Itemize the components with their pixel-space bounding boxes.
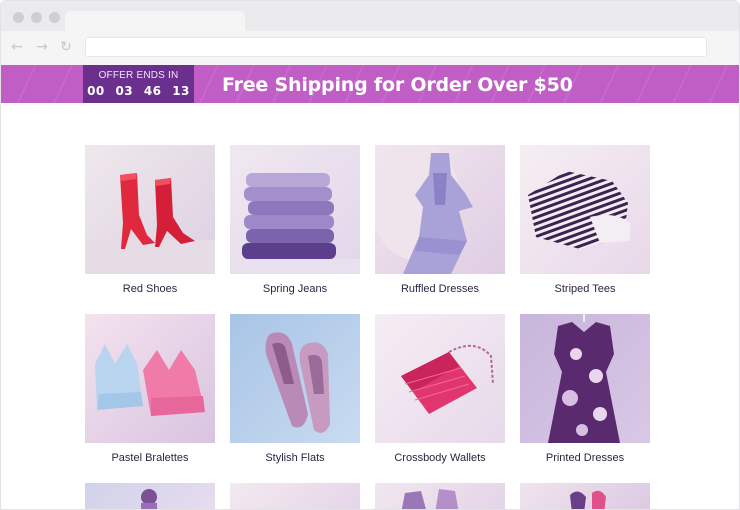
window-minimize-dot[interactable] xyxy=(31,12,42,23)
product-label[interactable]: Spring Jeans xyxy=(220,283,370,295)
stylish-flats-image[interactable] xyxy=(230,314,360,443)
product-label[interactable]: Stylish Flats xyxy=(220,452,370,464)
promo-headline: Free Shipping for Order Over $50 xyxy=(222,74,573,96)
product-label[interactable]: Printed Dresses xyxy=(510,452,660,464)
partial-product-2-image[interactable] xyxy=(230,483,360,509)
product-tile-crossbody-wallets[interactable]: Crossbody Wallets xyxy=(375,314,505,464)
crossbody-wallets-image[interactable] xyxy=(375,314,505,443)
product-tile-partial-4[interactable] xyxy=(520,483,650,509)
pastel-bralettes-image[interactable] xyxy=(85,314,215,443)
address-bar[interactable] xyxy=(85,37,707,57)
product-tile-partial-1[interactable] xyxy=(85,483,215,509)
browser-titlebar: ← → ↻ xyxy=(1,1,739,65)
partial-product-4-image[interactable] xyxy=(520,483,650,509)
product-tile-partial-3[interactable] xyxy=(375,483,505,509)
forward-arrow-icon[interactable]: → xyxy=(34,39,50,55)
countdown-digits: 00 03 46 13 xyxy=(87,84,190,98)
browser-tab[interactable] xyxy=(65,11,245,33)
back-arrow-icon[interactable]: ← xyxy=(9,39,25,55)
product-tile-ruffled-dresses[interactable]: Ruffled Dresses xyxy=(375,145,505,295)
browser-toolbar: ← → ↻ xyxy=(1,31,739,65)
reload-icon[interactable]: ↻ xyxy=(58,39,74,55)
browser-window: ← → ↻ OFFER ENDS IN 00 03 46 13 Free Shi… xyxy=(0,0,740,510)
striped-tees-image[interactable] xyxy=(520,145,650,274)
product-tile-red-shoes[interactable]: Red Shoes xyxy=(85,145,215,295)
promo-banner[interactable]: OFFER ENDS IN 00 03 46 13 Free Shipping … xyxy=(1,65,739,103)
countdown-timer: OFFER ENDS IN 00 03 46 13 xyxy=(83,65,194,103)
partial-product-1-image[interactable] xyxy=(85,483,215,509)
red-shoes-image[interactable] xyxy=(85,145,215,274)
product-tile-partial-2[interactable] xyxy=(230,483,360,509)
window-zoom-dot[interactable] xyxy=(49,12,60,23)
product-label[interactable]: Striped Tees xyxy=(510,283,660,295)
product-label[interactable]: Pastel Bralettes xyxy=(75,452,225,464)
product-tile-printed-dresses[interactable]: Printed Dresses xyxy=(520,314,650,464)
product-label[interactable]: Crossbody Wallets xyxy=(365,452,515,464)
spring-jeans-image[interactable] xyxy=(230,145,360,274)
product-tile-stylish-flats[interactable]: Stylish Flats xyxy=(230,314,360,464)
product-tile-striped-tees[interactable]: Striped Tees xyxy=(520,145,650,295)
window-close-dot[interactable] xyxy=(13,12,24,23)
printed-dresses-image[interactable] xyxy=(520,314,650,443)
product-label[interactable]: Ruffled Dresses xyxy=(365,283,515,295)
product-label[interactable]: Red Shoes xyxy=(75,283,225,295)
product-tile-pastel-bralettes[interactable]: Pastel Bralettes xyxy=(85,314,215,464)
ruffled-dresses-image[interactable] xyxy=(375,145,505,274)
countdown-label: OFFER ENDS IN xyxy=(98,70,179,81)
partial-product-3-image[interactable] xyxy=(375,483,505,509)
product-tile-spring-jeans[interactable]: Spring Jeans xyxy=(230,145,360,295)
